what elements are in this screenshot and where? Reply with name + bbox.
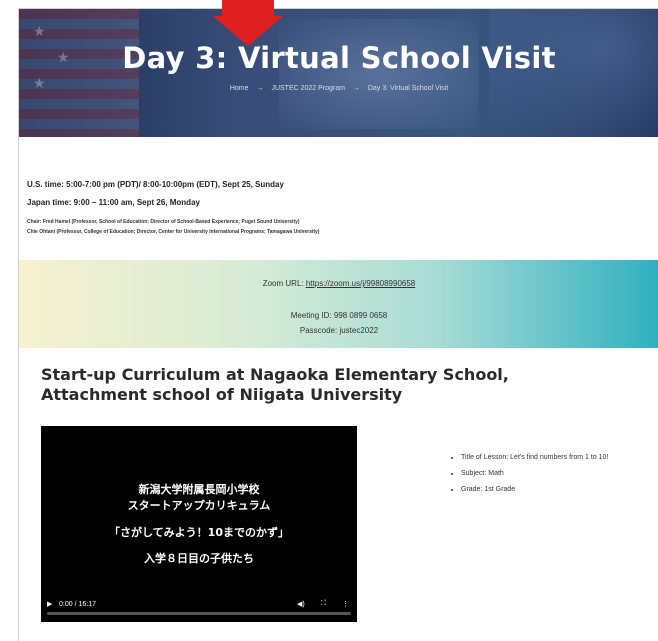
us-time: U.S. time: 5:00-7:00 pm (PDT)/ 8:00-10:0… xyxy=(27,180,284,189)
more-options-icon[interactable]: ⋮ xyxy=(342,600,349,608)
breadcrumb-current: Day 3: Virtual School Visit xyxy=(367,85,449,92)
volume-icon[interactable]: ◀) xyxy=(297,600,305,608)
breadcrumb-separator: → xyxy=(256,85,264,92)
video-caption-line: 「さがしてみよう！10までのかず」 xyxy=(109,526,289,539)
breadcrumb-program[interactable]: JUSTEC 2022 Program xyxy=(271,85,345,92)
japan-time: Japan time: 9:00 – 11:00 am, Sept 26, Mo… xyxy=(27,198,200,207)
star-icon: ★ xyxy=(33,23,46,39)
lesson-list: Title of Lesson: Let's find numbers from… xyxy=(449,450,658,498)
meeting-id: Meeting ID: 998 0899 0658 xyxy=(290,311,388,320)
fullscreen-icon[interactable]: ⛶ xyxy=(321,600,326,608)
zoom-info-box: Zoom URL: https://zoom.us/j/99808990658 … xyxy=(19,260,658,348)
meeting-details: Meeting ID: 998 0899 0658 Passcode: just… xyxy=(19,308,658,338)
arrow-shaft xyxy=(222,0,274,16)
zoom-url-label: Zoom URL: xyxy=(262,279,306,288)
zoom-url: Zoom URL: https://zoom.us/j/99808990658 xyxy=(19,279,658,288)
page-frame: ★ ★ ★ Day 3: Virtual School Visit Home →… xyxy=(18,8,658,641)
lesson-item: Subject: Math xyxy=(461,466,658,482)
page-title: Day 3: Virtual School Visit xyxy=(122,41,556,75)
breadcrumb-home[interactable]: Home xyxy=(230,85,249,92)
video-caption-line: スタートアップカリキュラム xyxy=(127,499,271,512)
chair-line: Chair: Fred Hamel (Professor, School of … xyxy=(27,219,300,225)
play-icon[interactable]: ▶ xyxy=(47,600,52,608)
lesson-info: Title of Lesson: Let's find numbers from… xyxy=(449,450,658,498)
section-title-line: Attachment school of Niigata University xyxy=(41,385,403,404)
breadcrumb: Home → JUSTEC 2022 Program → Day 3: Virt… xyxy=(19,85,658,92)
chair-line: Chie Ohtani (Professor, College of Educa… xyxy=(27,229,320,235)
video-time: 0:00 / 16:17 xyxy=(59,601,96,608)
lesson-item: Grade: 1st Grade xyxy=(461,482,658,498)
video-controls: ▶ 0:00 / 16:17 ◀) ⛶ ⋮ xyxy=(41,596,357,622)
passcode: Passcode: justec2022 xyxy=(299,326,379,335)
zoom-link[interactable]: https://zoom.us/j/99808990658 xyxy=(306,279,415,288)
video-progress-bar[interactable] xyxy=(47,612,351,615)
section-title-line: Start-up Curriculum at Nagaoka Elementar… xyxy=(41,365,509,384)
lesson-item: Title of Lesson: Let's find numbers from… xyxy=(461,450,658,466)
section-title: Start-up Curriculum at Nagaoka Elementar… xyxy=(41,365,509,405)
video-caption-line: 新潟大学附属長岡小学校 xyxy=(138,483,260,496)
video-player[interactable]: 新潟大学附属長岡小学校 スタートアップカリキュラム 「さがしてみよう！10までの… xyxy=(41,426,357,622)
video-caption-line: 入学８日目の子供たち xyxy=(144,552,254,565)
arrow-head xyxy=(213,16,283,46)
schedule-times: U.S. time: 5:00-7:00 pm (PDT)/ 8:00-10:0… xyxy=(27,176,284,212)
hero-banner: ★ ★ ★ Day 3: Virtual School Visit Home →… xyxy=(19,9,658,137)
breadcrumb-separator: → xyxy=(352,85,360,92)
chair-info: Chair: Fred Hamel (Professor, School of … xyxy=(27,217,319,237)
